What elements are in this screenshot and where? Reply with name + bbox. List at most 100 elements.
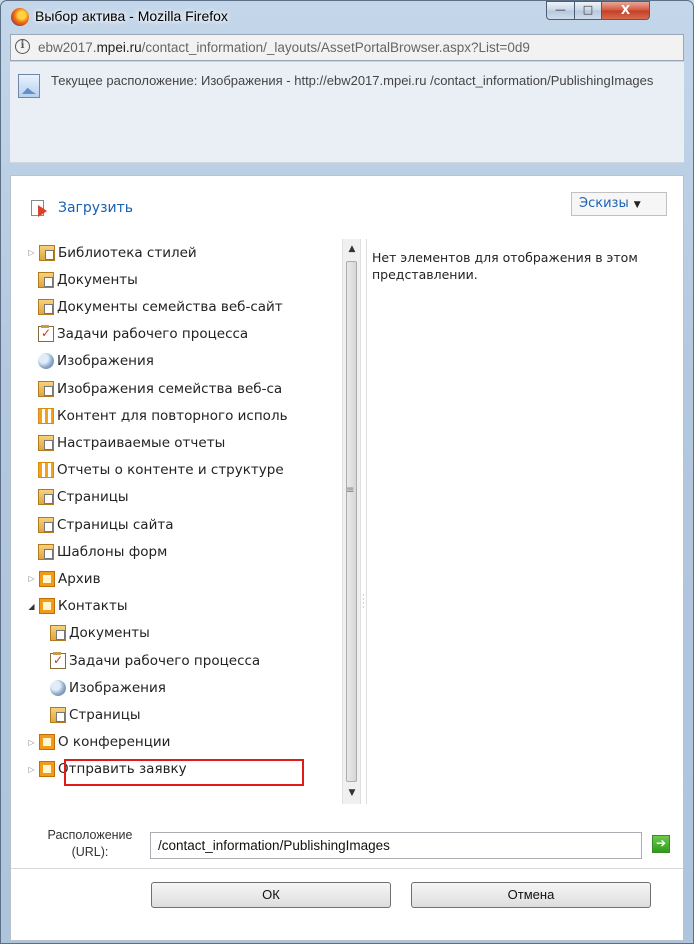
view-dropdown[interactable]: Эскизы ▼ (571, 192, 667, 216)
tree-item[interactable]: Задачи рабочего процесса (38, 323, 248, 346)
chevron-down-icon: ▼ (633, 200, 641, 210)
maximize-button[interactable]: □ (574, 1, 602, 20)
tree-item[interactable]: Изображения (38, 350, 154, 373)
task-list-icon (50, 651, 66, 669)
tree-item[interactable]: ◢ Контакты (26, 595, 127, 618)
library-icon (38, 516, 54, 533)
site-icon (39, 598, 55, 615)
tree-item[interactable]: Отчеты о контенте и структуре (38, 459, 284, 482)
window-title: Выбор актива - Mozilla Firefox (35, 8, 228, 24)
library-icon (38, 380, 54, 397)
picture-library-icon (18, 74, 40, 98)
empty-view-message: Нет элементов для отображения в этом пре… (372, 250, 638, 282)
upload-icon (31, 200, 48, 217)
tree-item-label: Страницы сайта (57, 516, 174, 533)
tree-item[interactable]: ▷ Библиотека стилей (26, 241, 197, 264)
picture-library-icon (38, 353, 54, 370)
dialog-content: Загрузить Эскизы ▼ ▷ Библиотека стилей Доку… (10, 175, 684, 941)
tree-item-label: Изображения (69, 679, 166, 696)
location-field-label: Расположение (URL): (47, 828, 133, 859)
tree-item[interactable]: Контент для повторного исполь (38, 404, 288, 427)
list-icon (38, 462, 54, 479)
site-icon (39, 761, 55, 778)
library-icon (38, 434, 54, 451)
minimize-button[interactable]: — (546, 1, 575, 20)
tree-item-label: Задачи рабочего процесса (57, 326, 249, 343)
site-icon (39, 734, 55, 751)
library-icon (38, 489, 54, 506)
tree-item-label: Документы (57, 271, 138, 288)
upload-link[interactable]: Загрузить (31, 200, 134, 217)
tree-item-label: Контакты (58, 598, 128, 615)
address-bar[interactable]: i ebw2017.mpei.ru/contact_information/_l… (10, 34, 684, 61)
tree-item-selected[interactable]: Изображения (50, 676, 166, 699)
scrollbar-thumb[interactable] (346, 261, 357, 782)
tree-item-label: Отчеты о контенте и структуре (57, 462, 284, 479)
tree-scrollbar[interactable]: ▲ ≡ ▼ (342, 239, 361, 804)
tree-item[interactable]: Задачи рабочего процесса (50, 649, 260, 672)
title-bar[interactable]: Выбор актива - Mozilla Firefox — □ X (1, 1, 693, 31)
tree-item-label: Страницы (69, 706, 141, 723)
tree-item[interactable]: Страницы (38, 486, 129, 509)
firefox-icon (11, 8, 29, 26)
collapsed-arrow-icon[interactable]: ▷ (27, 574, 36, 583)
go-arrow-button[interactable]: ➔ (652, 835, 670, 853)
scroll-up-arrow-icon[interactable]: ▲ (343, 241, 361, 258)
library-icon (39, 244, 55, 261)
library-icon (38, 543, 54, 560)
url-path: /contact_information/_layouts/AssetPorta… (141, 40, 530, 55)
site-icon (39, 570, 55, 587)
pane-splitter[interactable]: · · · · (360, 239, 367, 804)
library-icon (50, 625, 66, 642)
collapsed-arrow-icon[interactable]: ▷ (27, 738, 36, 747)
url-domain: mpei.ru (96, 40, 142, 55)
collapsed-arrow-icon[interactable]: ▷ (27, 248, 36, 257)
collapsed-arrow-icon[interactable]: ▷ (27, 765, 36, 774)
selection-highlight-box (64, 759, 304, 786)
tree-item-label: Изображения (57, 353, 154, 370)
library-icon (50, 706, 66, 723)
tree-item-label: О конференции (58, 734, 171, 751)
tree-item[interactable]: Страницы (50, 703, 141, 726)
asset-picker-window: Выбор актива - Mozilla Firefox — □ X i e… (0, 0, 694, 944)
expanded-arrow-icon[interactable]: ◢ (27, 602, 36, 611)
tree-item[interactable]: Документы семейства веб-сайт (38, 295, 283, 318)
library-tree: ▷ Библиотека стилей Документы Документы сем… (26, 239, 342, 804)
picture-library-icon (50, 679, 66, 696)
tree-item-label: Страницы (57, 489, 129, 506)
tree-item-label: Контент для повторного исполь (57, 407, 288, 424)
tree-item-label: Задачи рабочего процесса (69, 652, 261, 669)
tree-item-label: Документы семейства веб-сайт (57, 298, 283, 315)
ok-button[interactable]: ОК (151, 882, 391, 908)
library-icon (38, 298, 54, 315)
tree-item[interactable]: ▷ Архив (26, 567, 101, 590)
scrollbar-grip-icon: ≡ (346, 485, 355, 496)
scroll-down-arrow-icon[interactable]: ▼ (343, 785, 361, 802)
tree-item-label: Архив (58, 570, 101, 587)
tree-item[interactable]: Настраиваемые отчеты (38, 431, 225, 454)
tree-item-label: Библиотека стилей (58, 244, 197, 261)
tree-item[interactable]: ▷ О конференции (26, 731, 170, 754)
close-button[interactable]: X (601, 1, 650, 20)
tree-item[interactable]: Документы (50, 622, 150, 645)
tree-item[interactable]: Страницы сайта (38, 513, 173, 536)
location-url-input[interactable] (150, 832, 642, 859)
tree-item-label: Документы (69, 625, 150, 642)
tree-item-label: Настраиваемые отчеты (57, 434, 226, 451)
library-icon (38, 271, 54, 288)
url-prefix: ebw2017. (38, 40, 97, 55)
current-location-text: Текущее расположение: Изображения - http… (51, 73, 654, 88)
task-list-icon (38, 325, 54, 343)
tree-item-label: Шаблоны форм (57, 543, 168, 560)
view-dropdown-label: Эскизы (579, 196, 629, 211)
tree-item-label: Изображения семейства веб-са (57, 380, 283, 397)
tree-item[interactable]: Изображения семейства веб-са (38, 377, 282, 400)
splitter-grip-icon: · · · · (362, 591, 365, 612)
address-url[interactable]: ebw2017.mpei.ru/contact_information/_lay… (38, 40, 530, 55)
info-icon[interactable]: i (15, 39, 30, 54)
upload-label: Загрузить (58, 200, 134, 216)
tree-item[interactable]: Документы (38, 268, 138, 291)
button-row-divider (11, 868, 683, 869)
tree-item[interactable]: Шаблоны форм (38, 540, 167, 563)
cancel-button[interactable]: Отмена (411, 882, 651, 908)
